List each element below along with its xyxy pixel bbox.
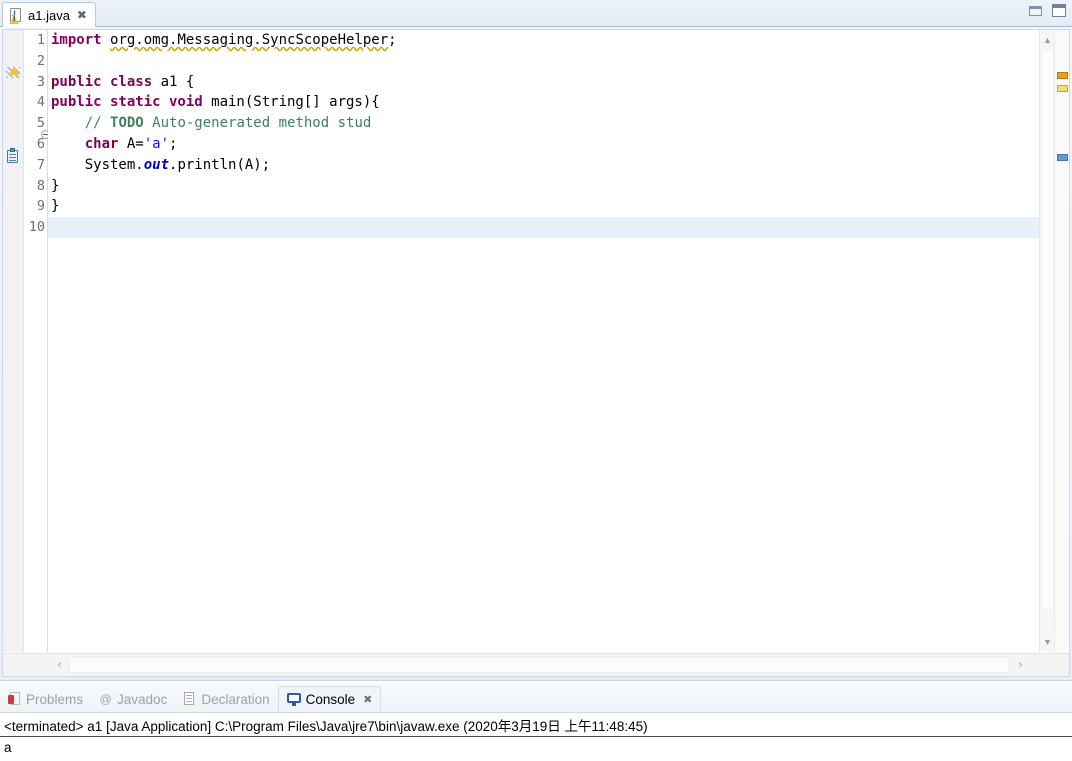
code-token: } <box>51 198 60 215</box>
vertical-scroll-thumb[interactable] <box>1041 50 1054 610</box>
console-view: <terminated> a1 [Java Application] C:\Pr… <box>0 712 1072 761</box>
warning-overview-marker[interactable] <box>1057 72 1068 79</box>
problems-icon <box>8 692 21 706</box>
scroll-left-icon[interactable]: ‹ <box>51 656 68 674</box>
bottom-tab-javadoc[interactable]: @ Javadoc <box>91 686 175 712</box>
code-token: System. <box>51 156 144 173</box>
declaration-icon <box>183 692 196 706</box>
code-line[interactable]: } <box>48 176 1053 197</box>
code-line[interactable]: System.out.println(A); <box>48 155 1053 176</box>
code-token: ; <box>388 32 397 48</box>
maximize-button[interactable] <box>1052 4 1066 17</box>
code-token: char <box>84 135 119 152</box>
close-icon[interactable]: ✖ <box>363 693 372 706</box>
editor-body: 1 2 3 4 5 6 7 8 9 10 import org.omg.Messaging.Syn… <box>2 29 1070 653</box>
code-line[interactable]: import org.omg.Messaging.SyncScopeHelper… <box>48 30 1053 51</box>
occurrence-overview-marker[interactable] <box>1057 154 1068 161</box>
code-token: // <box>51 115 111 132</box>
javadoc-at-icon: @ <box>99 692 112 706</box>
console-process-header: <terminated> a1 [Java Application] C:\Pr… <box>0 713 1072 737</box>
horizontal-scrollbar[interactable]: ‹ › <box>2 653 1070 677</box>
console-output-text[interactable]: a <box>0 737 1072 758</box>
code-line[interactable]: } <box>48 196 1053 217</box>
line-number: 9 <box>36 198 45 215</box>
java-file-warning-icon: J ! <box>9 7 23 24</box>
vertical-scrollbar[interactable]: ▲ ▼ <box>1039 30 1054 652</box>
todo-overview-marker[interactable] <box>1057 85 1068 92</box>
code-token: public static void <box>51 94 203 111</box>
bottom-tab-declaration[interactable]: Declaration <box>175 686 277 712</box>
todo-task-marker-icon[interactable] <box>6 148 21 164</box>
line-number: 3 <box>36 73 45 90</box>
code-token: public class <box>51 73 153 90</box>
code-token: main(String[] args){ <box>202 94 380 111</box>
line-number: 4 <box>36 94 45 111</box>
editor-tab-label: a1.java <box>28 7 70 23</box>
code-token: ; <box>169 135 178 152</box>
code-token: Auto-generated method stud <box>143 115 372 132</box>
line-number-ruler: 1 2 3 4 5 6 7 8 9 10 <box>25 30 47 652</box>
code-token: import <box>51 32 102 48</box>
bottom-tab-console[interactable]: Console ✖ <box>277 686 382 712</box>
eclipse-ide-window: J ! a1.java ✖ 1 2 3 4 5 6 7 8 9 10 impor… <box>0 0 1072 761</box>
close-icon[interactable]: ✖ <box>77 9 87 21</box>
scroll-up-icon[interactable]: ▲ <box>1040 32 1055 48</box>
annotation-ruler[interactable] <box>3 30 24 652</box>
bottom-tab-label: Declaration <box>201 691 270 707</box>
code-token: org.omg.Messaging.SyncScopeHelper <box>110 32 389 48</box>
code-token: out <box>143 156 170 173</box>
editor-window: J ! a1.java ✖ 1 2 3 4 5 6 7 8 9 10 impor… <box>0 0 1072 681</box>
line-number: 2 <box>36 52 45 69</box>
editor-tab-a1java[interactable]: J ! a1.java ✖ <box>2 2 96 27</box>
bottom-panel: Problems @ Javadoc Declaration Console ✖ <ter… <box>0 684 1072 761</box>
editor-tabbar: J ! a1.java ✖ <box>0 0 1072 27</box>
warning-marker-icon[interactable] <box>6 66 22 81</box>
tabbar-divider <box>0 26 1072 27</box>
line-number: 1 <box>36 32 45 48</box>
scroll-right-icon[interactable]: › <box>1012 656 1029 674</box>
code-line[interactable] <box>48 217 1039 238</box>
code-line[interactable]: char A='a'; <box>48 134 1053 155</box>
bottom-panel-tabs: Problems @ Javadoc Declaration Console ✖ <box>0 684 1072 712</box>
code-token: .println(A); <box>169 156 271 173</box>
bottom-tab-label: Javadoc <box>117 691 168 707</box>
line-number: 8 <box>36 177 45 194</box>
code-line[interactable] <box>48 51 1053 72</box>
code-token: 'a' <box>143 135 170 152</box>
horizontal-scroll-track[interactable] <box>69 657 1009 673</box>
line-number: 7 <box>36 156 45 173</box>
code-line[interactable]: public static void main(String[] args){ <box>48 92 1053 113</box>
code-line[interactable]: public class a1 { <box>48 72 1053 93</box>
window-controls <box>1029 4 1066 17</box>
code-line[interactable]: // TODO Auto-generated method stud <box>48 113 1053 134</box>
bottom-tab-label: Console <box>305 692 356 707</box>
code-token: } <box>51 177 60 194</box>
bottom-tab-label: Problems <box>26 691 84 707</box>
line-number: 10 <box>28 219 45 236</box>
overview-ruler[interactable] <box>1054 30 1069 652</box>
code-text-area[interactable]: import org.omg.Messaging.SyncScopeHelper… <box>48 30 1053 652</box>
minimize-button[interactable] <box>1029 5 1042 16</box>
console-icon <box>286 693 301 706</box>
code-token: a1 { <box>152 73 195 90</box>
code-token: A= <box>118 135 144 152</box>
code-token: TODO <box>110 115 144 132</box>
bottom-tab-problems[interactable]: Problems <box>0 686 91 712</box>
scroll-down-icon[interactable]: ▼ <box>1040 634 1055 650</box>
